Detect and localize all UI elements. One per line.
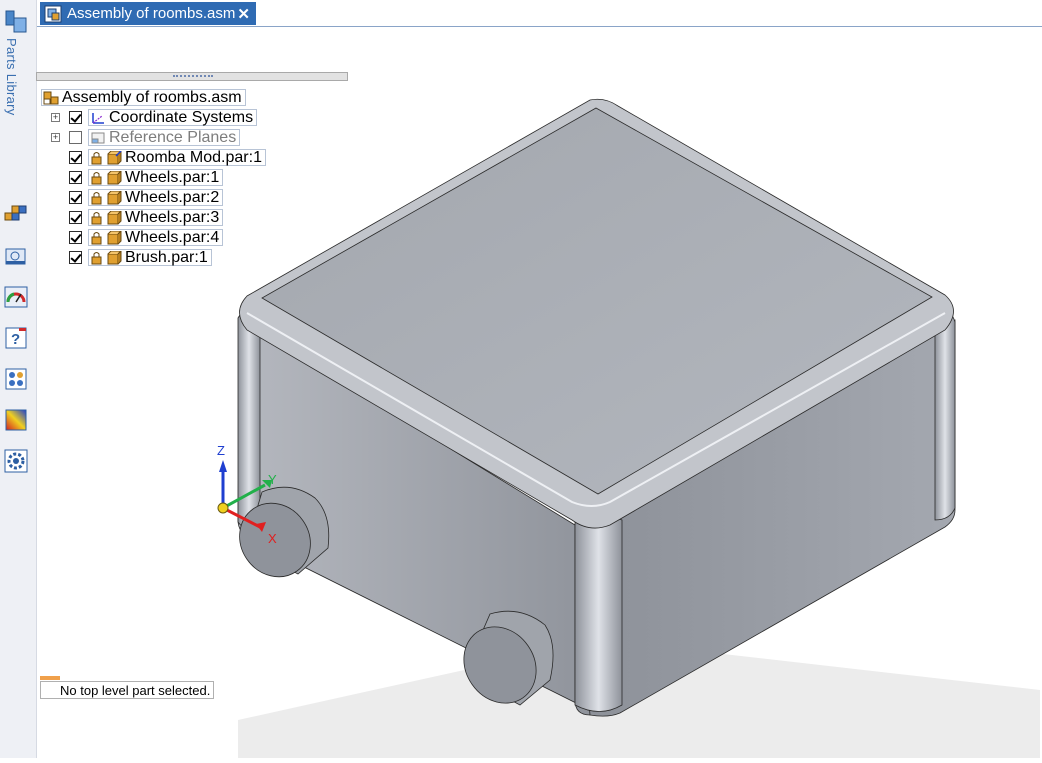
- pane-splitter[interactable]: [36, 72, 348, 81]
- reference-plane-icon: [91, 132, 105, 143]
- tree-item-label: Coordinate Systems: [109, 108, 254, 126]
- checkbox-roomba-mod[interactable]: [69, 151, 82, 164]
- part-icon: [107, 190, 122, 204]
- selection-status-text: No top level part selected.: [60, 682, 211, 698]
- tree-item-wheels-2[interactable]: Wheels.par:2: [88, 188, 224, 206]
- parts-library-tab[interactable]: Parts Library: [4, 38, 19, 116]
- document-tabbar: Assembly of roombs.asm ✕: [37, 0, 1042, 27]
- tree-item-label: Wheels.par:1: [125, 168, 220, 186]
- checkbox-brush[interactable]: [69, 251, 82, 264]
- assembly-doc-icon: [44, 5, 62, 22]
- checkbox-reference-planes[interactable]: [69, 131, 82, 144]
- axis-z-label: Z: [217, 443, 225, 458]
- coordinate-system-icon: [92, 112, 104, 124]
- checkbox-wheels-4[interactable]: [69, 231, 82, 244]
- checkbox-wheels-3[interactable]: [69, 211, 82, 224]
- part-icon: [107, 150, 122, 164]
- status-indicator: [40, 676, 60, 680]
- axis-y-label: Y: [268, 472, 277, 487]
- expand-reference-planes[interactable]: +: [51, 133, 60, 142]
- part-icon: [107, 210, 122, 224]
- lock-icon: [91, 191, 102, 204]
- part-icon: [107, 230, 122, 244]
- tree-item-label: Wheels.par:3: [125, 208, 220, 226]
- expand-coordinate-systems[interactable]: +: [51, 113, 60, 122]
- lock-icon: [91, 231, 102, 244]
- body-right-edge: [934, 312, 956, 521]
- tree-item-wheels-1[interactable]: Wheels.par:1: [88, 168, 224, 186]
- part-icon: [107, 170, 122, 184]
- axis-x-label: X: [268, 531, 277, 546]
- selection-status: No top level part selected.: [40, 681, 215, 699]
- tree-root[interactable]: Assembly of roombs.asm: [41, 89, 246, 106]
- lock-icon: [91, 151, 102, 164]
- tree-item-wheels-4[interactable]: Wheels.par:4: [88, 228, 224, 246]
- tree-item-label: Reference Planes: [109, 128, 237, 146]
- body-front-edge: [574, 514, 623, 712]
- lock-icon: [91, 211, 102, 224]
- tree-item-label: Wheels.par:4: [125, 228, 220, 246]
- checkbox-wheels-1[interactable]: [69, 171, 82, 184]
- display-config-icon[interactable]: [4, 244, 28, 268]
- tree-item-label: Roomba Mod.par:1: [125, 148, 262, 166]
- gauge-icon[interactable]: [4, 285, 28, 309]
- tree-item-roomba-mod[interactable]: Roomba Mod.par:1: [88, 149, 266, 166]
- tree-item-wheels-3[interactable]: Wheels.par:3: [88, 208, 224, 226]
- gear-settings-icon[interactable]: [4, 449, 28, 473]
- close-tab-icon[interactable]: ✕: [237, 5, 250, 23]
- color-gradient-icon[interactable]: [4, 408, 28, 432]
- tree-root-label: Assembly of roombs.asm: [62, 88, 242, 106]
- tree-item-label: Wheels.par:2: [125, 188, 220, 206]
- lock-icon: [91, 171, 102, 184]
- assembly-icon: [43, 91, 59, 104]
- tree-item-brush[interactable]: Brush.par:1: [88, 249, 212, 266]
- checkbox-wheels-2[interactable]: [69, 191, 82, 204]
- parts-library-icon[interactable]: [5, 10, 27, 39]
- lock-icon: [91, 251, 102, 264]
- help-icon[interactable]: ?: [4, 326, 28, 350]
- svg-text:?: ?: [11, 331, 20, 348]
- document-tab[interactable]: Assembly of roombs.asm ✕: [40, 2, 256, 25]
- part-icon: [107, 250, 122, 264]
- tree-item-coordinate-systems[interactable]: Coordinate Systems: [88, 108, 258, 126]
- document-tab-title: Assembly of roombs.asm: [67, 5, 236, 22]
- layout-icon[interactable]: [4, 367, 28, 391]
- assembly-tool-icon[interactable]: [4, 203, 28, 227]
- tree-item-label: Brush.par:1: [125, 248, 208, 266]
- checkbox-coordinate-systems[interactable]: [69, 111, 82, 124]
- left-tool-strip: Parts Library ?: [0, 0, 37, 758]
- tree-item-reference-planes[interactable]: Reference Planes: [88, 128, 241, 146]
